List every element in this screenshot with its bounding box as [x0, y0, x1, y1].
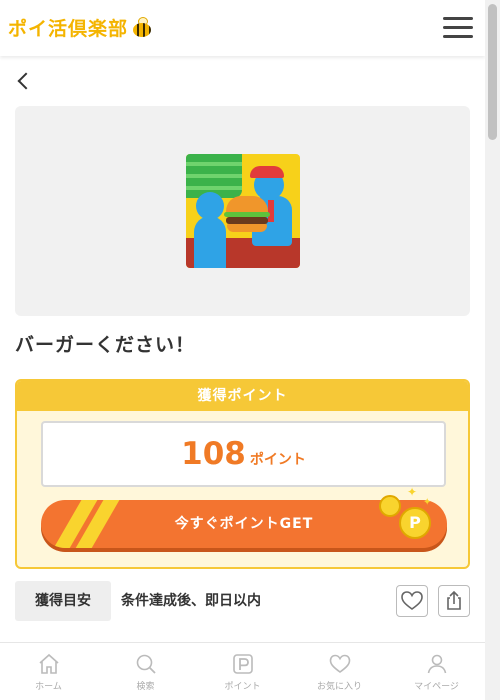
point-p-icon: [232, 654, 253, 674]
acquisition-estimate-label: 獲得目安: [15, 581, 111, 621]
nav-points-label: ポイント: [224, 682, 261, 692]
app-title: バーガーください！: [15, 334, 196, 356]
favorite-button[interactable]: [396, 585, 428, 617]
acquisition-estimate-value: 条件達成後、即日以内: [121, 593, 261, 609]
coin-p-icon: P ✦ ✦: [379, 485, 439, 547]
heart-icon: [401, 591, 423, 610]
heart-icon: [329, 654, 350, 673]
site-header: ポイ活倶楽部: [0, 0, 485, 56]
nav-search-label: 検索: [136, 682, 155, 692]
points-value: 108: [181, 436, 246, 472]
scrollbar-thumb[interactable]: [488, 4, 497, 140]
home-icon: [38, 653, 59, 674]
site-logo[interactable]: ポイ活倶楽部: [8, 14, 154, 41]
app-hero: [15, 106, 470, 316]
share-icon: [447, 590, 461, 610]
points-header: 獲得ポイント: [17, 381, 468, 411]
back-button[interactable]: [10, 68, 40, 96]
burger-game-app-icon: [186, 154, 300, 268]
nav-home-label: ホーム: [35, 682, 62, 692]
points-value-box: 108 ポイント: [41, 421, 446, 487]
search-icon: [136, 654, 156, 674]
points-unit: ポイント: [249, 452, 306, 468]
nav-home[interactable]: ホーム: [0, 643, 97, 700]
nav-points[interactable]: ポイント: [194, 643, 291, 700]
hamburger-menu-icon: [443, 17, 473, 20]
share-button[interactable]: [438, 585, 470, 617]
hamburger-menu-button[interactable]: [440, 14, 476, 42]
nav-mypage[interactable]: マイページ: [388, 643, 485, 700]
nav-mypage-label: マイページ: [414, 682, 459, 692]
bottom-navigation: ホーム 検索 ポイント お気に入り マイページ: [0, 642, 485, 700]
nav-search[interactable]: 検索: [97, 643, 194, 700]
nav-favorites-label: お気に入り: [316, 682, 362, 692]
page-scrollbar[interactable]: [485, 0, 500, 700]
bee-icon: [130, 16, 154, 39]
logo-text: ポイ活倶楽部: [8, 18, 129, 40]
page: ポイ活倶楽部 バーガーください！ 獲得ポイント 108 ポイント 今すぐポイントG…: [0, 0, 485, 700]
points-card: 獲得ポイント 108 ポイント 今すぐポイントGET P ✦ ✦: [15, 379, 470, 569]
user-icon: [427, 654, 446, 674]
nav-favorites[interactable]: お気に入り: [291, 643, 388, 700]
